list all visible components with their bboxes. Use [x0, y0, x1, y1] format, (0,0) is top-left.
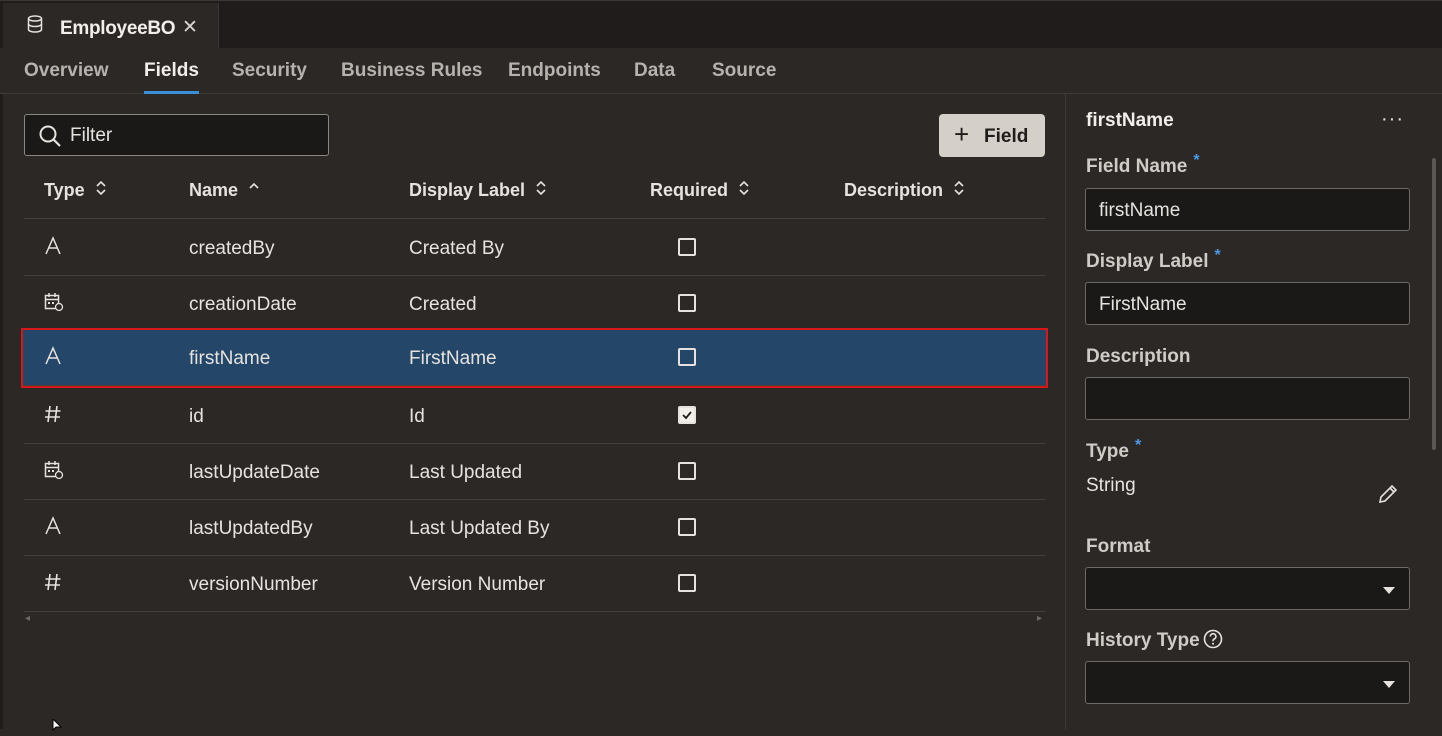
panel-scrollbar[interactable] [1432, 158, 1436, 450]
field-name: creationDate [189, 294, 297, 315]
field-display-label: Version Number [409, 574, 546, 595]
history-type-label: History Type [1086, 630, 1200, 651]
table-row[interactable]: creationDate Created [24, 276, 1045, 332]
scroll-left-arrow[interactable]: ◂ [25, 613, 30, 624]
column-header-type[interactable]: Type [44, 180, 107, 201]
sort-ascending-icon [248, 180, 260, 201]
field-display-label: Created [409, 294, 477, 315]
left-gutter [0, 94, 3, 729]
table-row[interactable]: createdBy Created By [24, 220, 1045, 276]
edit-pencil-icon[interactable] [1376, 482, 1400, 511]
column-header-name[interactable]: Name [189, 180, 260, 201]
sort-icon [95, 180, 107, 201]
field-display-label: Id [409, 406, 425, 427]
filter-input[interactable]: Filter [24, 114, 329, 156]
required-checkbox[interactable] [678, 518, 696, 536]
subtab-bar: Overview Fields Security Business Rules … [0, 48, 1442, 94]
tab-fields[interactable]: Fields [144, 60, 199, 94]
filter-placeholder: Filter [70, 125, 113, 146]
field-name-input[interactable]: firstName [1085, 188, 1410, 231]
required-checkbox[interactable] [678, 238, 696, 256]
required-checkbox[interactable] [678, 348, 696, 366]
required-checkbox[interactable] [678, 462, 696, 480]
field-name-label: Field Name * [1086, 152, 1200, 177]
field-name: versionNumber [189, 574, 318, 595]
tab-source[interactable]: Source [712, 60, 776, 82]
description-label: Description [1086, 346, 1191, 367]
display-label-input[interactable]: FirstName [1085, 282, 1410, 325]
required-checkbox[interactable] [678, 574, 696, 592]
field-name: lastUpdatedBy [189, 518, 313, 539]
close-tab-icon[interactable]: ✕ [182, 16, 198, 39]
required-marker: * [1134, 437, 1142, 454]
panel-title: firstName [1086, 110, 1174, 131]
display-label-label: Display Label * [1086, 247, 1221, 272]
search-icon [38, 124, 62, 153]
history-type-select[interactable] [1085, 661, 1410, 704]
editor-tab-bar: EmployeeBO ✕ [0, 0, 1442, 49]
tab-title: EmployeeBO [60, 18, 176, 39]
column-header-description[interactable]: Description [844, 180, 965, 201]
field-name: lastUpdateDate [189, 462, 320, 483]
panel-divider [1065, 94, 1066, 729]
add-field-button[interactable]: + Field [939, 114, 1045, 157]
table-row[interactable]: lastUpdatedBy Last Updated By [24, 500, 1045, 556]
number-type-icon [44, 404, 62, 429]
plus-icon: + [954, 119, 970, 149]
employeebo-tab[interactable]: EmployeeBO ✕ [3, 3, 219, 49]
required-checkbox-checked[interactable] [678, 406, 696, 424]
tab-data[interactable]: Data [634, 60, 675, 82]
tab-endpoints[interactable]: Endpoints [508, 60, 601, 82]
date-type-icon [44, 292, 64, 317]
table-row-selected[interactable]: firstName FirstName [21, 328, 1048, 388]
description-input[interactable] [1085, 377, 1410, 420]
column-header-display-label[interactable]: Display Label [409, 180, 547, 201]
format-select[interactable] [1085, 567, 1410, 610]
text-type-icon [44, 236, 62, 261]
sort-icon [535, 180, 547, 201]
required-checkbox[interactable] [678, 294, 696, 312]
database-icon [27, 15, 43, 39]
mouse-cursor-icon [52, 717, 64, 736]
table-row[interactable]: lastUpdateDate Last Updated [24, 444, 1045, 500]
text-type-icon [44, 346, 62, 371]
scroll-right-arrow[interactable]: ▸ [1037, 613, 1042, 624]
chevron-down-icon [1383, 681, 1395, 688]
tab-security[interactable]: Security [232, 60, 307, 82]
number-type-icon [44, 572, 62, 597]
text-type-icon [44, 516, 62, 541]
field-display-label: Last Updated By [409, 518, 550, 539]
field-display-label: Last Updated [409, 462, 523, 483]
type-label: Type * [1086, 437, 1142, 462]
field-name: createdBy [189, 238, 275, 259]
table-header: Type Name Display Label Required Descrip… [24, 163, 1045, 219]
date-type-icon [44, 460, 64, 485]
help-icon[interactable] [1203, 629, 1223, 654]
field-name: firstName [189, 348, 271, 369]
more-options-icon[interactable]: ··· [1381, 108, 1404, 131]
field-name: id [189, 406, 204, 427]
column-header-required[interactable]: Required [650, 180, 750, 201]
sort-icon [953, 180, 965, 201]
required-marker: * [1193, 152, 1200, 169]
tab-overview[interactable]: Overview [24, 60, 109, 82]
field-display-label: Created By [409, 238, 505, 259]
required-marker: * [1214, 247, 1221, 264]
format-label: Format [1086, 536, 1151, 557]
table-row[interactable]: id Id [24, 388, 1045, 444]
add-field-label: Field [984, 126, 1029, 147]
type-value: String [1086, 475, 1136, 496]
chevron-down-icon [1383, 587, 1395, 594]
tab-business-rules[interactable]: Business Rules [341, 60, 483, 82]
field-display-label: FirstName [409, 348, 497, 369]
table-row[interactable]: versionNumber Version Number [24, 556, 1045, 612]
sort-icon [738, 180, 750, 201]
